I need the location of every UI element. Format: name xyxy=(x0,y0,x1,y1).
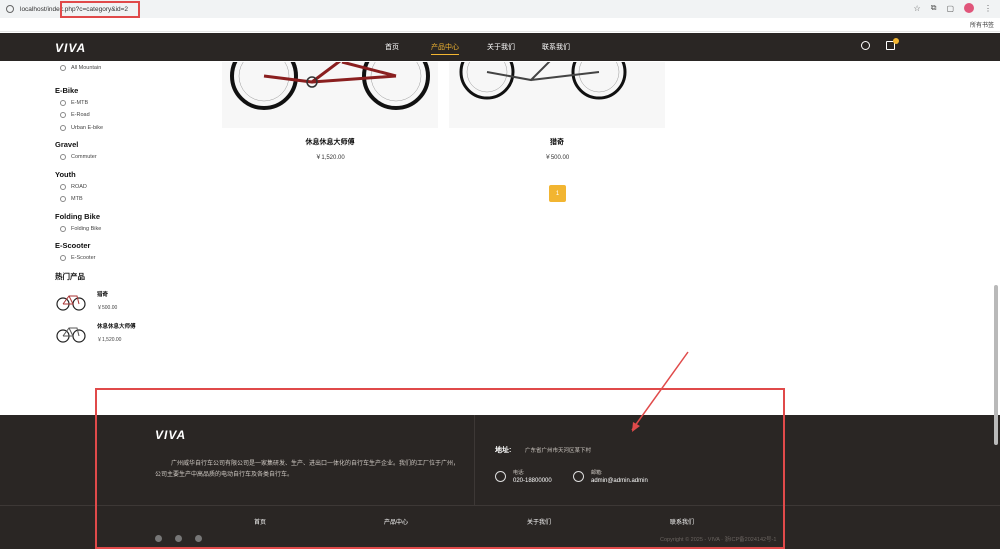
hot-products-title: 热门产品 xyxy=(55,271,85,281)
cart-icon[interactable] xyxy=(886,38,899,50)
hot-product-name[interactable]: 休息休息大师傅 xyxy=(97,322,136,330)
radio-icon[interactable] xyxy=(60,183,66,190)
site-info-icon[interactable] xyxy=(6,5,14,13)
radio-icon[interactable] xyxy=(60,154,66,161)
radio-icon[interactable] xyxy=(60,196,66,203)
radio-icon[interactable] xyxy=(60,255,66,262)
hot-product-name[interactable]: 猎奇 xyxy=(97,290,117,298)
cart-badge xyxy=(893,38,899,44)
site-header: VIVA 首页 产品中心 关于我们 联系我们 xyxy=(0,33,1000,61)
category-option[interactable]: E-MTB xyxy=(55,97,175,110)
sidepanel-icon[interactable]: ▢ xyxy=(946,4,954,13)
main-nav: 首页 产品中心 关于我们 联系我们 xyxy=(385,42,570,55)
menu-icon[interactable]: ⋮ xyxy=(984,4,992,13)
category-title: Gravel xyxy=(55,140,79,149)
bike-thumbnail[interactable] xyxy=(55,288,87,314)
bike-image[interactable] xyxy=(222,62,438,128)
radio-icon[interactable] xyxy=(60,99,66,106)
user-icon[interactable] xyxy=(861,41,870,50)
hot-product-price: ￥500.00 xyxy=(97,305,118,311)
product-card-image[interactable] xyxy=(222,62,438,128)
browser-actions: ☆ ⧉ ▢ ⋮ xyxy=(914,3,992,13)
footer-annotation-box xyxy=(95,388,785,549)
browser-address-bar: localhost/index.php?c=category&id=2 xyxy=(0,0,1000,18)
category-option[interactable]: Folding Bike xyxy=(55,223,175,236)
product-name[interactable]: 休息休息大师傅 xyxy=(222,137,438,147)
hot-product-price: ￥1,520.00 xyxy=(97,337,122,343)
product-name[interactable]: 猎奇 xyxy=(449,137,665,147)
nav-contact[interactable]: 联系我们 xyxy=(542,42,570,55)
category-title: E-Bike xyxy=(55,85,79,95)
category-option[interactable]: Commuter xyxy=(55,151,175,164)
all-bookmarks[interactable]: 所有书签 xyxy=(970,20,994,29)
url-annotation-box xyxy=(60,1,140,18)
radio-icon[interactable] xyxy=(60,124,66,131)
category-title: E-Scooter xyxy=(55,241,91,250)
category-option[interactable]: All Mountain xyxy=(55,62,175,75)
category-title: Folding Bike xyxy=(55,211,100,221)
radio-icon[interactable] xyxy=(60,112,66,119)
star-icon[interactable]: ☆ xyxy=(914,4,921,13)
nav-home[interactable]: 首页 xyxy=(385,42,399,55)
hot-product-item[interactable]: 猎奇 ￥500.00 xyxy=(55,288,175,314)
product-card-image[interactable] xyxy=(449,62,665,128)
category-option[interactable]: MTB xyxy=(55,193,175,206)
page-scrollbar[interactable] xyxy=(994,285,998,445)
header-icons xyxy=(861,38,899,50)
category-sidebar: All Mountain E-Bike E-MTB E-Road Urban E… xyxy=(55,62,175,346)
site-logo[interactable]: VIVA xyxy=(55,41,86,55)
category-option[interactable]: Urban E-bike xyxy=(55,122,175,135)
profile-avatar[interactable] xyxy=(964,3,974,13)
radio-icon[interactable] xyxy=(60,225,66,232)
category-option[interactable]: E-Road xyxy=(55,109,175,122)
bookmarks-bar: 所有书签 xyxy=(0,18,1000,32)
extensions-icon[interactable]: ⧉ xyxy=(931,3,937,13)
hot-product-item[interactable]: 休息休息大师傅 ￥1,520.00 xyxy=(55,320,175,346)
nav-about[interactable]: 关于我们 xyxy=(487,42,515,55)
radio-icon[interactable] xyxy=(60,65,66,72)
product-price: ￥1,520.00 xyxy=(315,155,345,161)
bike-image[interactable] xyxy=(449,62,665,128)
pagination-page-button[interactable]: 1 xyxy=(549,185,566,202)
product-price: ￥500.00 xyxy=(544,155,570,161)
nav-products[interactable]: 产品中心 xyxy=(431,42,459,55)
category-title: Youth xyxy=(55,169,76,179)
category-option[interactable]: ROAD xyxy=(55,181,175,194)
bike-thumbnail[interactable] xyxy=(55,320,87,346)
category-option[interactable]: E-Scooter xyxy=(55,252,175,265)
